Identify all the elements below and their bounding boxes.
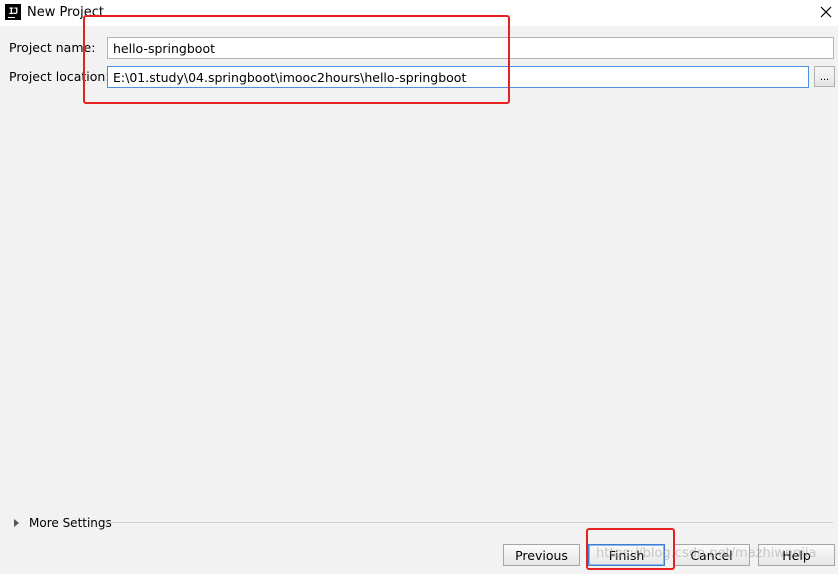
project-name-input[interactable] bbox=[107, 37, 834, 59]
new-project-dialog: IJ New Project Project name: Project loc… bbox=[0, 0, 838, 574]
project-location-row: Project location: bbox=[0, 65, 838, 89]
close-icon[interactable] bbox=[816, 2, 836, 22]
more-settings-divider bbox=[105, 522, 833, 523]
finish-button-label: Finish bbox=[608, 547, 645, 563]
intellij-app-icon: IJ bbox=[5, 4, 21, 20]
cancel-button[interactable]: Cancel bbox=[673, 544, 750, 566]
project-name-row: Project name: bbox=[0, 36, 838, 60]
browse-location-button[interactable]: ... bbox=[814, 66, 835, 87]
previous-button[interactable]: Previous bbox=[503, 544, 580, 566]
project-name-label: Project name: bbox=[9, 40, 96, 55]
more-settings-label: More Settings bbox=[29, 516, 112, 530]
triangle-right-icon bbox=[14, 519, 19, 527]
previous-button-label: Previous bbox=[515, 547, 568, 563]
close-x-glyph bbox=[820, 6, 832, 18]
project-location-label: Project location: bbox=[9, 69, 110, 84]
finish-button[interactable]: Finish bbox=[588, 544, 665, 566]
cancel-button-label: Cancel bbox=[690, 547, 733, 563]
window-title: New Project bbox=[27, 5, 104, 20]
project-location-input[interactable] bbox=[107, 66, 809, 88]
help-button[interactable]: Help bbox=[758, 544, 835, 566]
help-button-label: Help bbox=[782, 547, 811, 563]
title-bar: IJ New Project bbox=[0, 0, 838, 26]
